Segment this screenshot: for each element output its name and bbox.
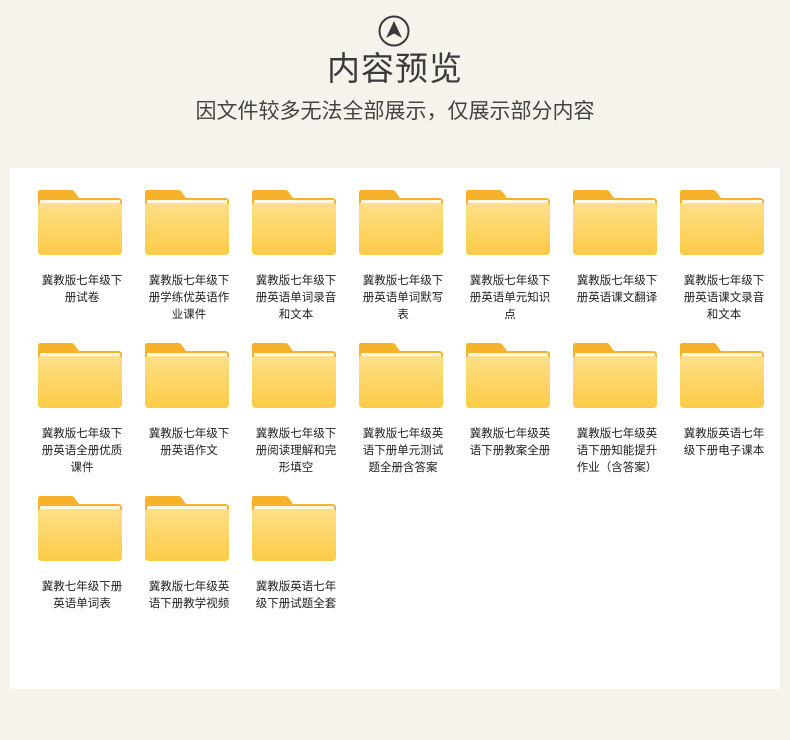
page-subtitle: 因文件较多无法全部展示，仅展示部分内容 <box>195 99 595 123</box>
folder-label: 冀教七年级下册英语单词表 <box>41 579 123 610</box>
folder-item-3[interactable]: 冀教版七年级下册英语单词录音和文本 <box>251 188 343 338</box>
folder-item-17[interactable]: 冀教版英语七年级下册试题全套 <box>251 494 343 644</box>
folder-label: 冀教版七年级下册英语课文录音和文本 <box>683 273 765 321</box>
folder-item-6[interactable]: 冀教版七年级下册英语课文翻译 <box>572 188 664 338</box>
folder-icon <box>38 343 122 408</box>
folder-icon <box>573 190 657 255</box>
folder-label: 冀教版英语七年级下册试题全套 <box>255 579 337 610</box>
folder-icon <box>359 343 443 408</box>
folder-label: 冀教版七年级下册英语作文 <box>148 426 230 457</box>
folder-label: 冀教版七年级下册英语全册优质课件 <box>41 426 123 474</box>
folder-item-7[interactable]: 冀教版七年级下册英语课文录音和文本 <box>679 188 771 338</box>
folder-label: 冀教版七年级下册试卷 <box>41 273 123 304</box>
folder-icon <box>680 190 764 255</box>
folder-label: 冀教版七年级英语下册单元测试题全册含答案 <box>362 426 444 474</box>
folder-item-12[interactable]: 冀教版七年级英语下册教案全册 <box>465 341 557 491</box>
folder-panel: 冀教版七年级下册试卷 冀教版七年级下册学练优英语作业课件 冀教版七年级下册英语单… <box>10 168 780 689</box>
folder-icon <box>359 190 443 255</box>
folder-item-9[interactable]: 冀教版七年级下册英语作文 <box>144 341 236 491</box>
folder-label: 冀教版七年级下册学练优英语作业课件 <box>148 273 230 321</box>
folder-item-14[interactable]: 冀教版英语七年级下册电子课本 <box>679 341 771 491</box>
folder-icon <box>145 190 229 255</box>
folder-label: 冀教版七年级英语下册教学视频 <box>148 579 230 610</box>
folder-icon <box>252 190 336 255</box>
header: 内容预览 因文件较多无法全部展示，仅展示部分内容 <box>0 0 790 168</box>
folder-item-2[interactable]: 冀教版七年级下册学练优英语作业课件 <box>144 188 236 338</box>
folder-icon <box>573 343 657 408</box>
folder-item-11[interactable]: 冀教版七年级英语下册单元测试题全册含答案 <box>358 341 450 491</box>
folder-icon <box>252 343 336 408</box>
folder-label: 冀教版七年级下册英语单元知识点 <box>469 273 551 321</box>
folder-icon <box>38 190 122 255</box>
folder-label: 冀教版七年级下册阅读理解和完形填空 <box>255 426 337 474</box>
folder-icon <box>680 343 764 408</box>
folder-label: 冀教版七年级英语下册教案全册 <box>469 426 551 457</box>
folder-icon <box>145 496 229 561</box>
folder-item-8[interactable]: 冀教版七年级下册英语全册优质课件 <box>37 341 129 491</box>
folder-label: 冀教版七年级下册英语课文翻译 <box>576 273 658 304</box>
folder-item-15[interactable]: 冀教七年级下册英语单词表 <box>37 494 129 644</box>
folder-icon <box>466 343 550 408</box>
folder-item-10[interactable]: 冀教版七年级下册阅读理解和完形填空 <box>251 341 343 491</box>
folder-icon <box>145 343 229 408</box>
compass-arrow-icon <box>378 15 410 47</box>
folder-icon <box>466 190 550 255</box>
folder-icon <box>38 496 122 561</box>
folder-item-13[interactable]: 冀教版七年级英语下册知能提升作业（含答案） <box>572 341 664 491</box>
folder-item-5[interactable]: 冀教版七年级下册英语单元知识点 <box>465 188 557 338</box>
folder-label: 冀教版七年级下册英语单词录音和文本 <box>255 273 337 321</box>
folder-icon <box>252 496 336 561</box>
folder-label: 冀教版英语七年级下册电子课本 <box>683 426 765 457</box>
folder-item-4[interactable]: 冀教版七年级下册英语单词默写表 <box>358 188 450 338</box>
page-title: 内容预览 <box>327 49 463 88</box>
folder-item-1[interactable]: 冀教版七年级下册试卷 <box>37 188 129 338</box>
folder-label: 冀教版七年级下册英语单词默写表 <box>362 273 444 321</box>
folder-item-16[interactable]: 冀教版七年级英语下册教学视频 <box>144 494 236 644</box>
folder-label: 冀教版七年级英语下册知能提升作业（含答案） <box>576 426 658 474</box>
